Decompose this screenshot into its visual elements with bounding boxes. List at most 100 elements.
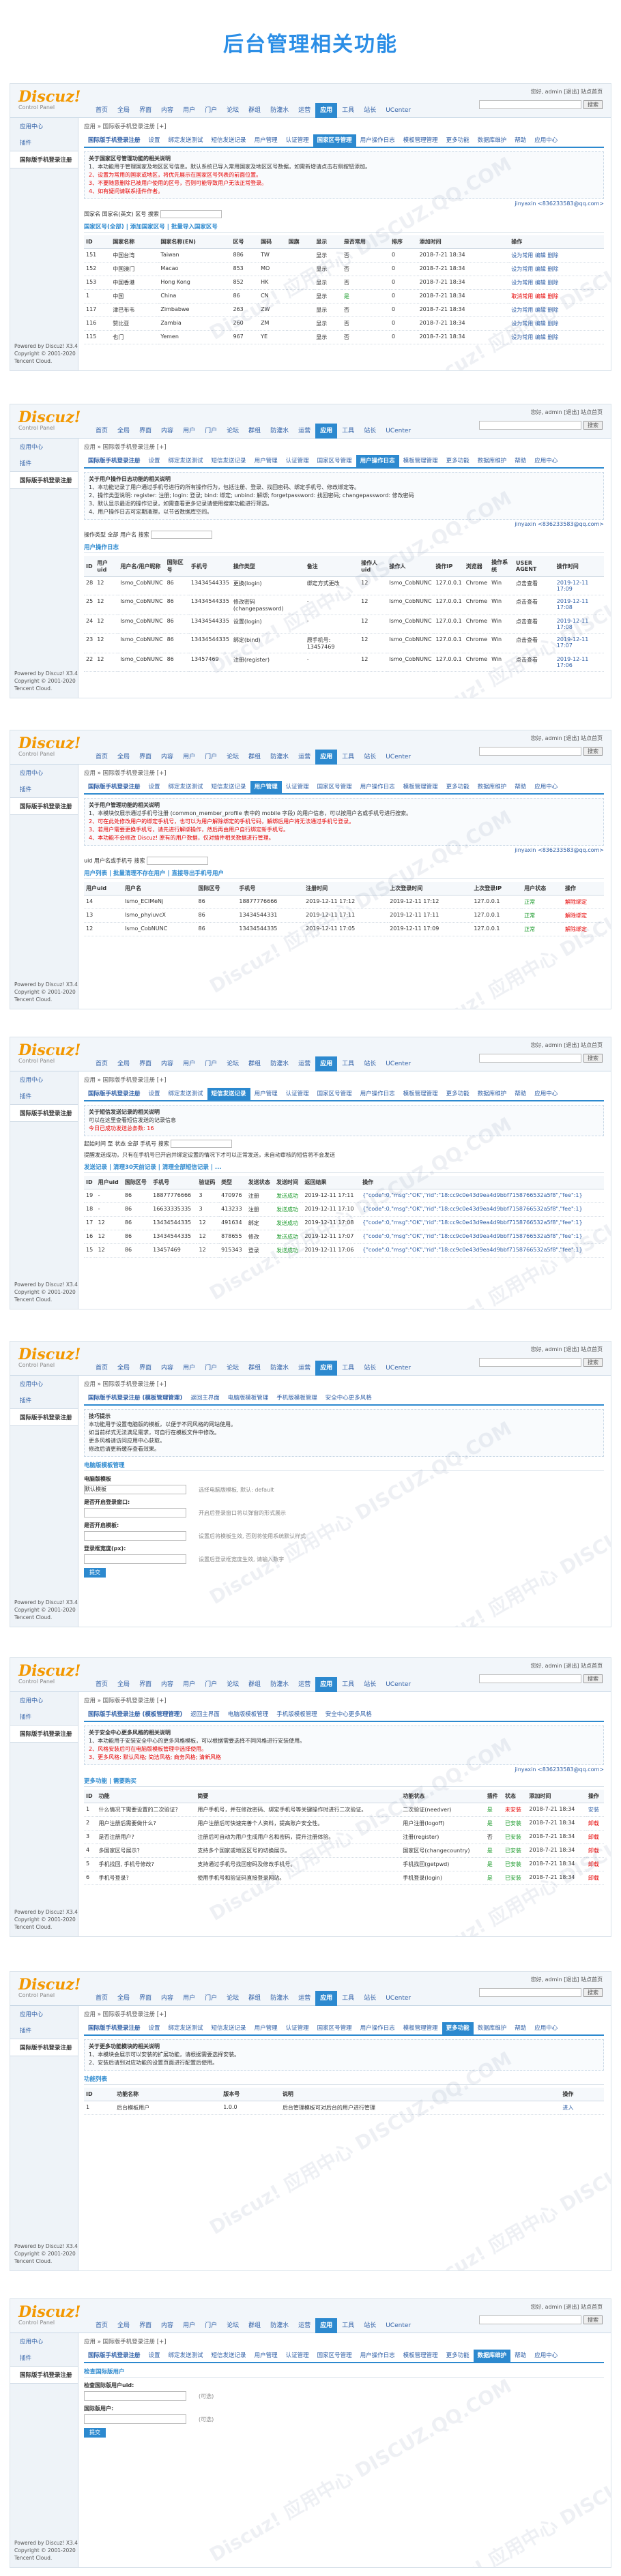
search-button[interactable]: 搜索 [583,421,603,430]
row-action[interactable]: 2019-12-11 17:08 [554,595,604,615]
nav-item[interactable]: 内容 [156,103,178,118]
row-action[interactable]: 卸载 [586,1816,604,1831]
tab-item[interactable]: 返回主界面 [186,1708,224,1721]
sidebar-item[interactable]: 国际版手机登录注册 [10,2366,78,2384]
tab-item[interactable]: 更多功能 [442,134,474,147]
nav-item[interactable]: UCenter [381,750,416,765]
nav-item[interactable]: 门户 [200,750,222,765]
tab-item[interactable]: 短信发送记录 [207,1088,250,1100]
tab-item[interactable]: 数据库维护 [474,781,511,793]
tab-item[interactable]: 设置 [145,1088,164,1100]
nav-item[interactable]: 门户 [200,1677,222,1692]
nav-item[interactable]: 防灌水 [265,1677,293,1692]
tab-item[interactable]: 模板管理管理 [399,455,442,467]
tab-item[interactable]: 用户管理 [250,134,282,147]
nav-item[interactable]: UCenter [381,1991,416,2006]
nav-item[interactable]: 论坛 [222,1677,244,1692]
row-action[interactable]: 卸载 [586,1844,604,1858]
tab-item[interactable]: 应用中心 [530,2022,562,2034]
nav-item[interactable]: 全局 [113,750,134,765]
field-input[interactable] [84,2391,186,2401]
filter-input[interactable] [147,857,209,865]
search-button[interactable]: 搜索 [583,2315,603,2324]
search-input[interactable] [479,747,581,756]
row-action[interactable]: 卸载 [586,1830,604,1844]
sidebar-item[interactable]: 国际版手机登录注册 [10,1408,78,1426]
tab-item[interactable]: 应用中心 [530,2350,562,2362]
sidebar-item[interactable]: 应用中心 [10,765,78,781]
nav-item[interactable]: 群组 [244,424,265,439]
nav-item[interactable]: 界面 [134,424,156,439]
row-action[interactable]: {"code":0,"msg":"OK","rid":"18:cc9c0e43d… [360,1243,604,1258]
nav-item[interactable]: UCenter [381,424,416,439]
tab-item[interactable]: 模板管理管理 [399,134,442,147]
nav-item[interactable]: 防灌水 [265,750,293,765]
submit-button[interactable]: 提交 [84,1568,106,1578]
field-input[interactable] [84,1554,186,1564]
author-contact[interactable]: jinyaxin <836233583@qq.com> [84,1766,604,1773]
tab-item[interactable]: 手机版模板管理 [272,1392,321,1404]
nav-item[interactable]: 运营 [293,750,315,765]
search-button[interactable]: 搜索 [583,747,603,756]
row-action[interactable]: 卸载 [586,1871,604,1885]
tab-item[interactable]: 帮助 [510,455,530,467]
tab-item[interactable]: 用户操作日志 [356,1088,399,1100]
tab-item[interactable]: 用户操作日志 [356,781,399,793]
nav-item[interactable]: 运营 [293,1991,315,2006]
filter-input[interactable] [160,210,222,218]
nav-item[interactable]: 首页 [91,1361,113,1376]
sidebar-item[interactable]: 国际版手机登录注册 [10,1725,78,1743]
sidebar-item[interactable]: 国际版手机登录注册 [10,2039,78,2056]
sidebar-item[interactable]: 插件 [10,2022,78,2039]
row-action[interactable]: 设为常用 编辑 删除 [509,248,604,263]
filter-input[interactable] [171,1140,233,1148]
tab-item[interactable]: 用户管理 [250,1088,282,1100]
filter-input[interactable] [151,531,213,539]
tab-item[interactable]: 绑定发送测试 [164,1088,207,1100]
tab-item[interactable]: 设置 [145,455,164,467]
nav-item[interactable]: 群组 [244,1056,265,1071]
nav-item[interactable]: 全局 [113,2318,134,2333]
nav-item[interactable]: 应用 [315,750,338,765]
field-input[interactable] [84,1508,186,1518]
nav-item[interactable]: 论坛 [222,103,244,118]
search-input[interactable] [479,1988,581,1997]
nav-item[interactable]: 论坛 [222,424,244,439]
row-action[interactable]: 取消常用 编辑 删除 [509,289,604,304]
sidebar-item[interactable]: 国际版手机登录注册 [10,151,78,168]
tab-item[interactable]: 绑定发送测试 [164,781,207,793]
nav-item[interactable]: 工具 [337,1361,359,1376]
nav-item[interactable]: 界面 [134,750,156,765]
tab-item[interactable]: 认证管理 [282,2022,313,2034]
nav-item[interactable]: 工具 [337,1677,359,1692]
tab-item[interactable]: 数据库维护 [474,2022,511,2034]
tab-item[interactable]: 用户操作日志 [356,455,399,467]
row-action[interactable]: 2019-12-11 17:09 [554,576,604,595]
nav-item[interactable]: 界面 [134,1677,156,1692]
tab-item[interactable]: 数据库维护 [474,455,511,467]
nav-item[interactable]: 首页 [91,750,113,765]
tab-item[interactable]: 帮助 [510,1088,530,1100]
nav-item[interactable]: 用户 [178,424,200,439]
tab-item[interactable]: 更多功能 [442,1088,474,1100]
row-action[interactable]: 卸载 [586,1857,604,1871]
nav-item[interactable]: 界面 [134,2318,156,2333]
tab-item[interactable]: 设置 [145,781,164,793]
nav-item[interactable]: 门户 [200,424,222,439]
tab-item[interactable]: 帮助 [510,2350,530,2362]
nav-item[interactable]: 工具 [337,1991,359,2006]
row-action[interactable]: 进入 [560,2101,604,2115]
tab-item[interactable]: 数据库维护 [474,1088,511,1100]
tab-item[interactable]: 电脑版模板管理 [224,1708,273,1721]
nav-item[interactable]: 论坛 [222,1056,244,1071]
nav-item[interactable]: 工具 [337,750,359,765]
nav-item[interactable]: UCenter [381,1677,416,1692]
row-action[interactable]: 解除绑定 [563,895,604,909]
tab-item[interactable]: 国家区号管理 [313,2022,356,2034]
search-input[interactable] [479,1674,581,1683]
nav-item[interactable]: 全局 [113,1677,134,1692]
search-input[interactable] [479,100,581,109]
row-action[interactable]: 2019-12-11 17:07 [554,633,604,653]
nav-item[interactable]: 首页 [91,1991,113,2006]
tab-item[interactable]: 用户管理 [250,455,282,467]
